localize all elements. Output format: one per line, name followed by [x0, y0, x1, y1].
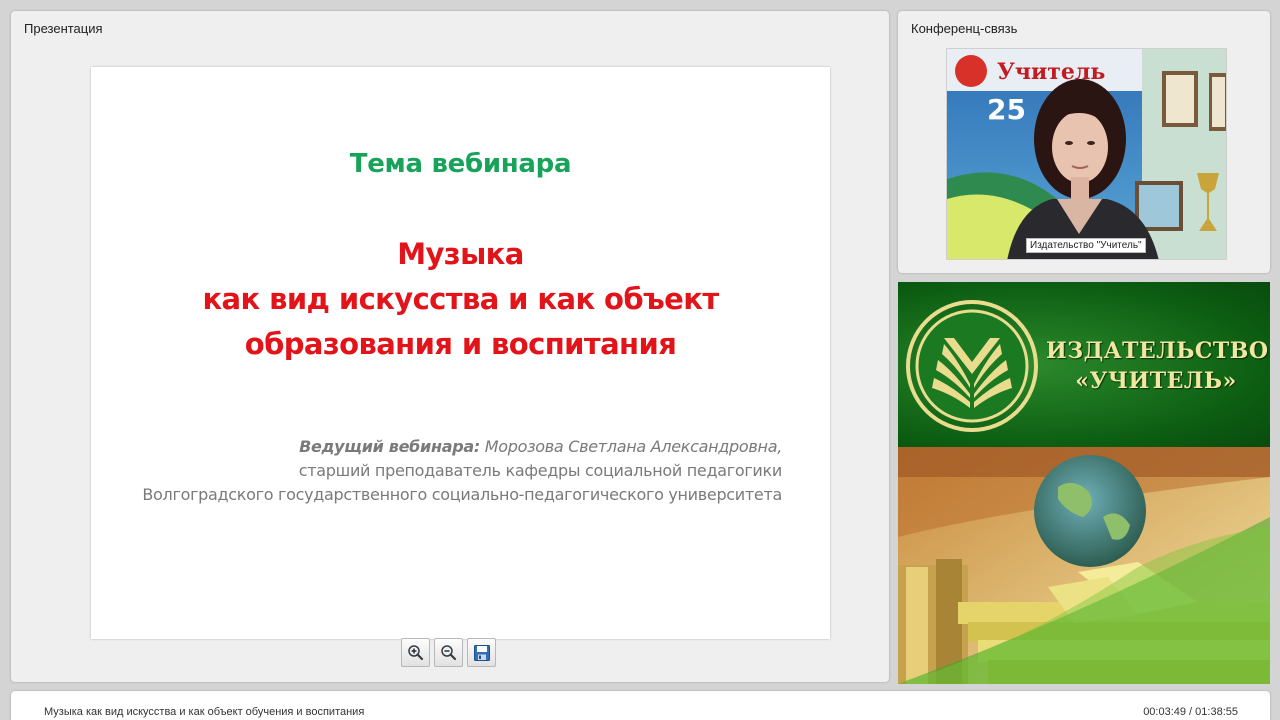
slide-presenter-info: Ведущий вебинара: Морозова Светлана Алек… [142, 435, 782, 507]
video-feed[interactable]: Учитель 25 Издательство "Учитель" [946, 48, 1227, 260]
publisher-banner-panel: ИЗДАТЕЛЬСТВО «УЧИТЕЛЬ» [898, 282, 1270, 684]
presenter-name: Морозова Светлана Александровна, [484, 437, 783, 456]
presenter-position: старший преподаватель кафедры социальной… [298, 461, 783, 480]
slide: Тема вебинара Музыка как вид искусства и… [91, 67, 830, 639]
presenter-label: Ведущий вебинара: [299, 437, 480, 456]
slide-topic: Музыка как вид искусства и как объект об… [91, 232, 830, 367]
publisher-name-line: «УЧИТЕЛЬ» [1075, 368, 1237, 394]
presenter-university: Волгоградского государственного социальн… [142, 485, 782, 504]
playback-time: 00:03:49 / 01:38:55 [1143, 706, 1238, 718]
conference-panel: Конференц-связь Учитель 25 Издательство … [898, 11, 1270, 273]
svg-text:25: 25 [987, 93, 1026, 126]
zoom-out-icon [441, 645, 457, 661]
slide-topic-line: как вид искусства и как объект [202, 282, 719, 316]
books-globe-image [898, 447, 1270, 684]
webcam-image: Учитель 25 [947, 49, 1226, 259]
slide-heading: Тема вебинара [349, 149, 572, 179]
publisher-logo [906, 300, 1038, 432]
zoom-out-button[interactable] [434, 638, 463, 667]
zoom-in-button[interactable] [401, 638, 430, 667]
publisher-name-line: ИЗДАТЕЛЬСТВО [1046, 338, 1269, 364]
save-icon [473, 644, 490, 661]
video-participant-label: Издательство "Учитель" [1026, 238, 1146, 253]
publisher-banner: ИЗДАТЕЛЬСТВО «УЧИТЕЛЬ» [898, 282, 1270, 447]
slide-toolbar [401, 638, 496, 667]
zoom-in-icon [408, 645, 424, 661]
footer-bar: Музыка как вид искусства и как объект об… [11, 691, 1270, 720]
webinar-title: Музыка как вид искусства и как объект об… [44, 706, 365, 718]
presentation-panel-title: Презентация [24, 21, 103, 36]
slide-topic-line: Музыка [397, 237, 524, 271]
save-button[interactable] [467, 638, 496, 667]
conference-panel-title: Конференц-связь [911, 21, 1018, 36]
publisher-name: ИЗДАТЕЛЬСТВО «УЧИТЕЛЬ» [1046, 336, 1269, 396]
presentation-panel: Презентация Тема вебинара Музыка как вид… [11, 11, 889, 682]
slide-topic-line: образования и воспитания [244, 327, 677, 361]
